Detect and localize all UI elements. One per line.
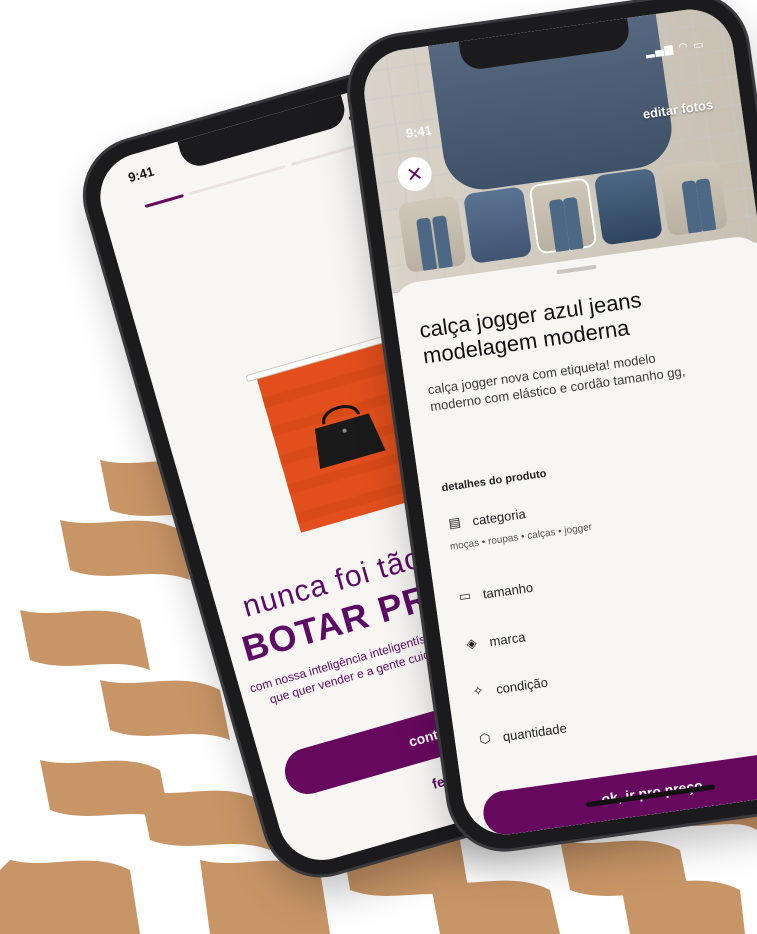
detail-row-condicao[interactable]: ✧ condição xyxy=(469,674,549,701)
close-icon: ✕ xyxy=(404,161,425,188)
detail-label: tamanho xyxy=(481,579,534,602)
tag-icon: ◈ xyxy=(465,635,478,652)
detail-row-categoria[interactable]: ▤ categoria xyxy=(446,505,527,532)
detail-row-marca[interactable]: ◈ marca xyxy=(463,628,527,652)
detail-label: condição xyxy=(495,674,549,697)
progress-segment-active xyxy=(144,194,184,208)
status-time: 9:41 xyxy=(126,163,156,186)
photo-thumbnail[interactable] xyxy=(463,186,533,264)
photo-thumbnail[interactable] xyxy=(593,167,663,246)
sheet-handle[interactable] xyxy=(556,264,597,275)
document-icon: ▤ xyxy=(447,514,462,531)
detail-label: quantidade xyxy=(501,719,568,744)
detail-label: marca xyxy=(488,628,527,649)
sparkle-icon: ✧ xyxy=(471,682,485,699)
detail-label: categoria xyxy=(471,505,527,528)
photo-thumbnail[interactable] xyxy=(528,177,598,255)
box-icon: ⬡ xyxy=(478,730,492,747)
ruler-icon: ▭ xyxy=(457,587,473,605)
progress-segment xyxy=(188,164,286,196)
details-section-label: detalhes do produto xyxy=(440,467,548,495)
photo-thumbnail[interactable] xyxy=(397,195,467,274)
photo-thumbnail[interactable] xyxy=(659,158,729,237)
detail-row-quantidade[interactable]: ⬡ quantidade xyxy=(476,719,568,747)
detail-row-tamanho[interactable]: ▭ tamanho xyxy=(456,579,534,606)
